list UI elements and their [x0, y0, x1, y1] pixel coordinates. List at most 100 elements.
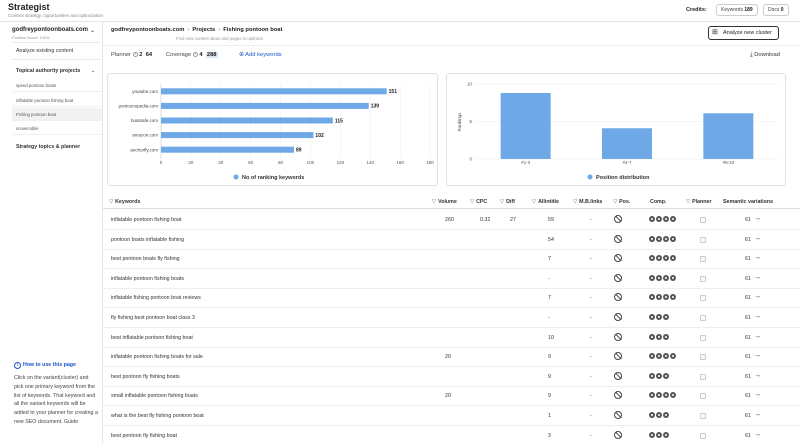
- help-icon[interactable]: ?: [132, 52, 138, 57]
- breadcrumb-projects[interactable]: Projects: [192, 27, 215, 33]
- table-row[interactable]: what is the best fly fishing pontoon boa…: [103, 406, 800, 426]
- keyword-cell[interactable]: inflatable pontoon fishing boats: [111, 276, 184, 282]
- keyword-cell[interactable]: best pontoon fly fishing boat: [111, 433, 177, 439]
- keyword-cell[interactable]: inflatable pontoon fishing boats for sal…: [111, 354, 203, 360]
- arrow-right-icon[interactable]: →: [754, 411, 761, 418]
- filter-icon[interactable]: ▽: [573, 199, 577, 205]
- keyword-cell[interactable]: pontoon boats inflatable fishing: [111, 237, 184, 243]
- planner-checkbox[interactable]: [700, 393, 706, 400]
- table-row[interactable]: inflatable pontoon fishing boats - - 61 →: [103, 269, 800, 289]
- chevron-down-icon[interactable]: ⌄: [91, 68, 95, 74]
- table-row[interactable]: inflatable pontoon fishing boats for sal…: [103, 347, 800, 368]
- col-planner[interactable]: ▽ Planner: [686, 199, 712, 205]
- divider: [12, 42, 100, 43]
- table-row[interactable]: best pontoon boats fly fishing 7 - 61 →: [103, 249, 800, 270]
- mb-links-cell: -: [590, 217, 592, 223]
- mb-links-cell: -: [590, 315, 592, 321]
- semantic-variations-cell: 61: [745, 432, 751, 439]
- planner-checkbox[interactable]: [700, 295, 706, 302]
- keyword-cell[interactable]: what is the best fly fishing pontoon boa…: [111, 413, 204, 419]
- project-item[interactable]: snowmobile: [12, 122, 102, 135]
- col-volume[interactable]: ▽ Volume: [432, 199, 457, 205]
- keyword-cell[interactable]: best inflatable pontoon fishing boat: [111, 335, 193, 341]
- data-label: 115: [335, 118, 343, 124]
- table-row[interactable]: best inflatable pontoon fishing boat 10 - 6…: [103, 328, 800, 348]
- col-mb-links[interactable]: ▽ M.B.links: [573, 199, 602, 205]
- table-row[interactable]: best pontoon fly fishing boats 9 - 61 →: [103, 367, 800, 387]
- keyword-cell[interactable]: inflatable fishing pontoon boat reviews: [111, 295, 201, 301]
- table-row[interactable]: best pontoon fly fishing boat 3 - 61 →: [103, 426, 800, 444]
- arrow-right-icon[interactable]: →: [754, 391, 761, 398]
- keyword-cell[interactable]: inflatable pontoon fishing boat: [111, 217, 181, 223]
- filter-icon[interactable]: ▽: [432, 199, 436, 205]
- table-row[interactable]: pontoon boats inflatable fishing 54 - 61 →: [103, 230, 800, 250]
- download-button[interactable]: ⤓ Download: [750, 52, 780, 59]
- planner-checkbox[interactable]: [700, 432, 706, 439]
- col-diff[interactable]: ▽ Diff: [500, 199, 515, 205]
- competition-indicator: [649, 314, 669, 320]
- arrow-right-icon[interactable]: →: [754, 235, 761, 242]
- bar: [161, 102, 369, 109]
- project-item-active[interactable]: Fishing pontoon boat: [12, 108, 102, 121]
- allintitle-cell: 54: [548, 236, 554, 243]
- arrow-right-icon[interactable]: →: [754, 293, 761, 300]
- filter-icon[interactable]: ▽: [532, 199, 536, 205]
- planner-checkbox[interactable]: [700, 315, 706, 321]
- arrow-right-icon[interactable]: →: [754, 254, 761, 261]
- arrow-right-icon[interactable]: →: [754, 431, 761, 438]
- allintitle-cell: 3: [548, 432, 551, 439]
- planner-checkbox[interactable]: [700, 217, 706, 223]
- project-item[interactable]: speed pontoon boats: [12, 79, 102, 92]
- col-pos[interactable]: ▽ Pos.: [613, 199, 630, 205]
- chevron-down-icon[interactable]: ⌄: [90, 27, 95, 34]
- arrow-right-icon[interactable]: →: [754, 215, 761, 222]
- how-to-use-link[interactable]: How to use this page: [23, 362, 76, 368]
- col-keywords[interactable]: ▽ Keywords: [109, 199, 140, 205]
- cpc-cell: 0.32: [480, 217, 491, 223]
- col-semantic-variations[interactable]: Semantic variations: [723, 199, 773, 205]
- allintitle-cell: 10: [548, 334, 554, 341]
- competition-dot-icon: [649, 372, 655, 379]
- keyword-cell[interactable]: fly fishing best pontoon boat class 3: [111, 315, 195, 321]
- keyword-cell[interactable]: best pontoon fly fishing boats: [111, 374, 180, 380]
- plus-circle-icon: ⊕: [239, 52, 244, 58]
- keyword-cell[interactable]: small inflatable pontoon fishing boats: [111, 393, 198, 399]
- arrow-right-icon[interactable]: →: [754, 372, 761, 379]
- planner-checkbox[interactable]: [700, 256, 706, 263]
- domain-selector[interactable]: godfreypontoonboats.com: [12, 27, 88, 33]
- arrow-right-icon[interactable]: →: [754, 352, 761, 359]
- planner-checkbox[interactable]: [700, 413, 706, 419]
- planner-checkbox[interactable]: [700, 354, 706, 361]
- filter-icon[interactable]: ▽: [109, 199, 113, 205]
- arrow-right-icon[interactable]: →: [754, 274, 761, 281]
- project-item[interactable]: inflatable pontoon fishing boat: [12, 94, 102, 107]
- planner-checkbox[interactable]: [700, 373, 706, 380]
- filter-icon[interactable]: ▽: [613, 199, 617, 205]
- keyword-cell[interactable]: best pontoon boats fly fishing: [111, 256, 180, 262]
- col-comp[interactable]: Comp.: [650, 199, 666, 205]
- analyze-existing-content-link[interactable]: Analyze existing content: [16, 48, 73, 54]
- planner-checkbox[interactable]: [700, 334, 706, 341]
- planner-checkbox[interactable]: [700, 275, 706, 282]
- table-row[interactable]: inflatable pontoon fishing boat 260 0.32 27…: [103, 210, 800, 230]
- analyze-new-cluster-button[interactable]: ⊞ Analyze new cluster: [708, 26, 779, 40]
- help-icon[interactable]: ?: [192, 52, 198, 57]
- topical-authority-projects-toggle[interactable]: Topical authority projects: [16, 68, 80, 74]
- arrow-right-icon[interactable]: →: [754, 333, 761, 340]
- col-cpc[interactable]: ▽ CPC: [470, 199, 487, 205]
- breadcrumb-domain[interactable]: godfreypontoonboats.com: [111, 27, 184, 33]
- competition-dot-icon: [656, 392, 662, 399]
- add-keywords-button[interactable]: ⊕ Add keywords: [239, 52, 282, 58]
- strategy-topics-link[interactable]: Strategy topics & planner: [16, 144, 80, 150]
- filter-icon[interactable]: ▽: [500, 199, 504, 205]
- table-row[interactable]: fly fishing best pontoon boat class 3 - - 6…: [103, 308, 800, 328]
- filter-icon[interactable]: ▽: [686, 199, 690, 205]
- table-row[interactable]: small inflatable pontoon fishing boats 20…: [103, 386, 800, 407]
- competition-dot-icon: [656, 333, 662, 340]
- how-to-use-text: Click on the variant(cluster) and pick o…: [14, 375, 98, 425]
- planner-checkbox[interactable]: [700, 236, 706, 243]
- col-allintitle[interactable]: ▽ Allintitle: [532, 199, 559, 205]
- arrow-right-icon[interactable]: →: [754, 313, 761, 320]
- table-row[interactable]: inflatable fishing pontoon boat reviews 7…: [103, 288, 800, 309]
- filter-icon[interactable]: ▽: [470, 199, 474, 205]
